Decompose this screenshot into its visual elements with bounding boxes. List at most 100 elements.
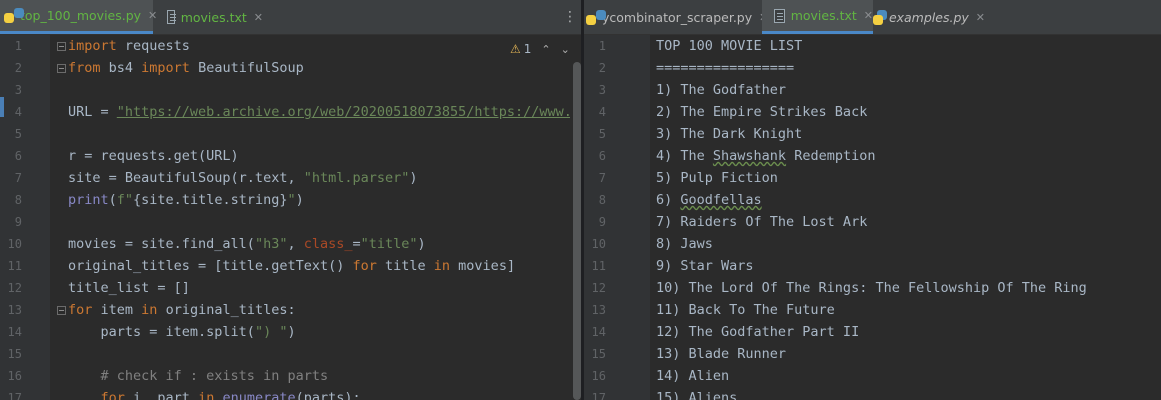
fold-icon[interactable]	[57, 42, 66, 51]
tab-label: top_100_movies.py	[20, 8, 142, 23]
line-number: 15	[7, 347, 22, 361]
line-number: 15	[591, 347, 606, 361]
code-line: from bs4 import BeautifulSoup	[68, 57, 304, 79]
tab-label: examples.py	[888, 9, 969, 25]
gutter-marker	[0, 97, 4, 117]
line-number: 5	[598, 127, 606, 141]
tab-movies-txt[interactable]: movies.txt ✕	[153, 0, 263, 34]
warning-icon: ⚠	[510, 42, 521, 56]
line-number: 17	[7, 391, 22, 400]
tab-label: ycombinator_scraper.py	[602, 9, 753, 25]
string: "h3"	[254, 236, 288, 252]
string: "html.parser"	[303, 170, 410, 186]
text-line: 13) Blade Runner	[656, 346, 787, 362]
chevron-up-icon[interactable]: ⌃	[541, 43, 550, 56]
text-segment: 6)	[656, 192, 681, 208]
python-file-icon	[872, 9, 887, 25]
code-text: )	[409, 170, 418, 186]
line-number: 7	[14, 171, 22, 185]
text-line: 12) The Godfather Part II	[656, 324, 860, 340]
code-text: BeautifulSoup	[189, 60, 304, 76]
left-editor-pane: top_100_movies.py ✕ movies.txt ✕ ⋮ 1 2 3…	[0, 0, 581, 400]
code-line: original_titles = [title.getText() for t…	[68, 255, 515, 277]
tab-top-100-movies-py[interactable]: top_100_movies.py ✕	[0, 0, 157, 34]
text-segment: 4) The	[656, 148, 713, 164]
line-number: 11	[591, 259, 606, 273]
string: ") "	[254, 324, 288, 340]
line-number: 2	[14, 61, 22, 75]
more-options-icon[interactable]: ⋮	[563, 0, 577, 34]
code-text: original_titles = [title.getText()	[68, 258, 353, 274]
fold-icon[interactable]	[57, 64, 66, 73]
string: "title"	[360, 236, 418, 252]
code-line: parts = item.split(") ")	[68, 321, 296, 343]
code-line: print(f"{site.title.string}")	[68, 189, 304, 211]
keyword: import	[68, 38, 117, 54]
line-number: 3	[598, 83, 606, 97]
code-text: URL =	[68, 104, 117, 120]
close-icon[interactable]: ✕	[864, 9, 873, 22]
keyword: in	[141, 302, 158, 318]
line-number-gutter: 1 2 3 4 5 6 7 8 9 10 11 12 13 14 15 16 1…	[584, 35, 650, 400]
code-text: )	[287, 324, 296, 340]
code-text: parts = item.split(	[68, 324, 255, 340]
code-line: title_list = []	[68, 280, 190, 296]
vertical-scrollbar[interactable]	[573, 62, 581, 400]
line-number: 6	[14, 149, 22, 163]
text-file-icon	[167, 10, 176, 24]
line-number: 14	[591, 325, 606, 339]
code-text: )	[417, 236, 426, 252]
text-line: 7) Raiders Of The Lost Ark	[656, 214, 868, 230]
right-tab-bar: ycombinator_scraper.py ✕ movies.txt ✕ ex…	[584, 0, 1161, 35]
code-text: movies = site.find_all(	[68, 236, 255, 252]
line-number: 14	[7, 325, 22, 339]
keyword: for	[352, 258, 377, 274]
text-line: =================	[656, 60, 795, 76]
text-line: 14) Alien	[656, 368, 730, 384]
keyword: for	[68, 390, 125, 400]
close-icon[interactable]: ✕	[254, 11, 263, 24]
keyword: import	[141, 60, 190, 76]
text-line: 6) Goodfellas	[656, 189, 762, 211]
builtin: enumerate	[222, 390, 296, 400]
right-editor-pane: ycombinator_scraper.py ✕ movies.txt ✕ ex…	[584, 0, 1161, 400]
code-text: item	[92, 302, 142, 318]
line-number: 17	[591, 391, 606, 400]
line-number: 10	[591, 237, 606, 251]
line-number: 9	[598, 215, 606, 229]
text-line: 9) Star Wars	[656, 258, 754, 274]
code-text: movies]	[450, 258, 516, 274]
code-line: URL = "https://web.archive.org/web/20200…	[68, 101, 581, 123]
text-segment: Redemption	[786, 148, 876, 164]
code-comment: # check if : exists in parts	[68, 368, 329, 384]
tab-label: movies.txt	[180, 9, 247, 25]
line-number: 4	[598, 105, 606, 119]
code-line: import requests	[68, 35, 190, 57]
code-text: title	[376, 258, 434, 274]
close-icon[interactable]: ✕	[976, 11, 985, 24]
code-line: r = requests.get(URL)	[68, 148, 239, 164]
line-number: 5	[14, 127, 22, 141]
tab-ycombinator-scraper-py[interactable]: ycombinator_scraper.py ✕	[584, 0, 768, 34]
code-text: (	[108, 192, 117, 208]
fold-icon[interactable]	[57, 306, 66, 315]
text-line: 15) Aliens	[656, 390, 738, 400]
string: f"	[116, 192, 134, 208]
line-number: 1	[598, 39, 606, 53]
keyword: in	[198, 390, 215, 400]
line-number: 12	[7, 281, 22, 295]
tab-movies-txt[interactable]: movies.txt ✕	[762, 0, 873, 34]
left-tab-bar: top_100_movies.py ✕ movies.txt ✕ ⋮	[0, 0, 581, 35]
keyword-argument: class_	[303, 236, 353, 252]
tab-examples-py[interactable]: examples.py ✕	[872, 0, 985, 34]
chevron-down-icon[interactable]: ⌄	[561, 43, 570, 56]
line-number: 1	[14, 39, 22, 53]
line-number: 13	[591, 303, 606, 317]
code-text: )	[295, 192, 304, 208]
url-string[interactable]: "https://web.archive.org/web/20200518073…	[117, 104, 581, 120]
string: "	[287, 192, 296, 208]
keyword: from	[68, 60, 101, 76]
inspection-widget[interactable]: ⚠ 1 ⌃ ⌄	[510, 40, 570, 58]
text-line: 8) Jaws	[656, 236, 713, 252]
text-line: 2) The Empire Strikes Back	[656, 104, 868, 120]
